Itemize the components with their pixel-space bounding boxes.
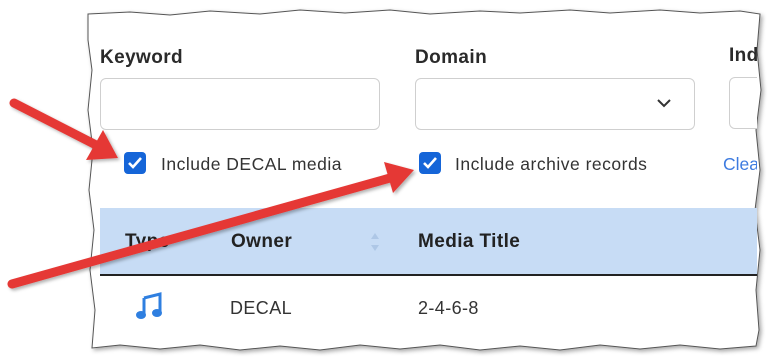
annotation-arrows [7, 98, 414, 289]
arrow-to-archive-checkbox [7, 162, 414, 289]
arrow-to-decal-checkbox [9, 98, 118, 160]
